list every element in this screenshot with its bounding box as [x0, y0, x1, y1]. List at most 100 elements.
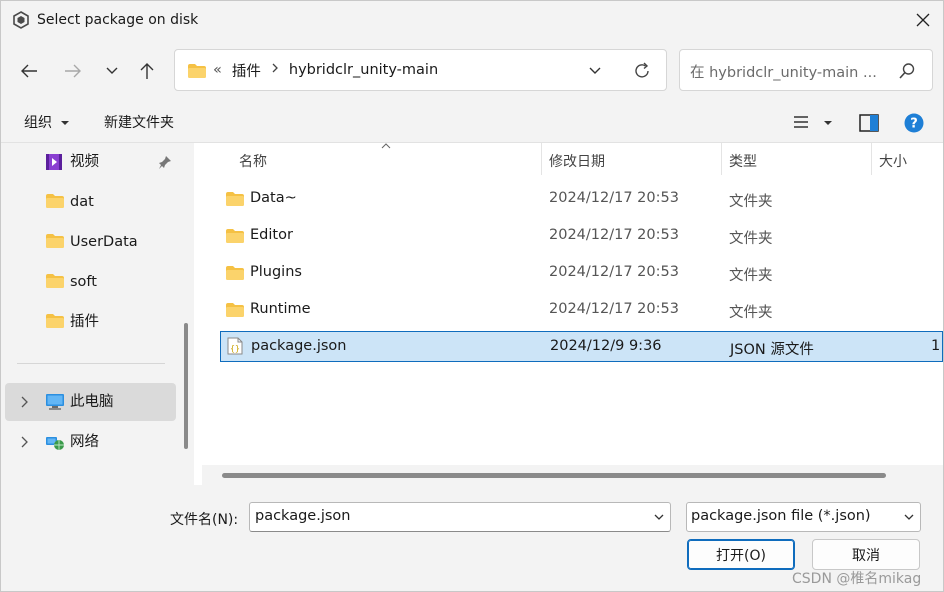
title-bar: Select package on disk: [1, 1, 943, 39]
file-list[interactable]: 名称 修改日期 类型 大小 Data~ 2024/12/17 20:53 文件夹…: [194, 143, 943, 485]
sidebar-item-label: 此电脑: [70, 394, 114, 410]
navigation-pane[interactable]: 视频 dat UserData soft 插件 此电脑 网络: [1, 143, 193, 485]
chevron-down-icon: [904, 514, 914, 520]
search-placeholder[interactable]: 在 hybridclr_unity-main ...: [690, 61, 877, 82]
arrow-up-icon: [140, 63, 154, 79]
preview-pane-button[interactable]: [859, 114, 879, 137]
sidebar-item-label: 插件: [70, 314, 99, 330]
close-button[interactable]: [907, 7, 939, 33]
chevron-down-icon[interactable]: [587, 62, 603, 78]
cancel-button[interactable]: 取消: [812, 539, 920, 570]
caret-down-icon: [61, 121, 70, 125]
unity-app-icon: [13, 11, 29, 29]
view-options-button[interactable]: [793, 115, 833, 134]
json-file-icon: {}: [227, 337, 243, 355]
search-box[interactable]: 在 hybridclr_unity-main ...: [679, 49, 933, 91]
breadcrumb-overflow[interactable]: «: [213, 62, 222, 78]
column-header-date[interactable]: 修改日期: [549, 151, 605, 171]
breadcrumb-item-plugins[interactable]: 插件: [232, 60, 261, 81]
chevron-right-icon[interactable]: [19, 435, 29, 449]
new-folder-button[interactable]: 新建文件夹: [104, 114, 174, 132]
file-date: 2024/12/17 20:53: [549, 190, 679, 206]
column-header-type[interactable]: 类型: [729, 151, 757, 171]
chevron-down-icon[interactable]: [653, 512, 665, 522]
sidebar-divider: [17, 363, 165, 364]
search-icon: [899, 63, 915, 79]
breadcrumb-separator: [271, 62, 279, 78]
column-divider[interactable]: [541, 143, 542, 175]
file-dialog: Select package on disk « 插件 hybridclr_un…: [0, 0, 944, 592]
sidebar-item-videos[interactable]: 视频: [5, 143, 176, 181]
column-header-size[interactable]: 大小: [879, 151, 907, 171]
sort-ascending-icon: [381, 143, 391, 149]
help-icon: ?: [904, 113, 924, 133]
file-row[interactable]: Runtime 2024/12/17 20:53 文件夹: [220, 295, 943, 326]
file-name: Editor: [250, 227, 293, 243]
open-button[interactable]: 打开(O): [687, 539, 795, 570]
forward-button[interactable]: [59, 59, 87, 83]
folder-icon: [226, 229, 244, 243]
file-date: 2024/12/9 9:36: [550, 338, 662, 354]
file-type: 文件夹: [729, 231, 773, 247]
address-bar[interactable]: « 插件 hybridclr_unity-main: [174, 49, 667, 91]
sidebar-item-plugins[interactable]: 插件: [5, 303, 176, 341]
network-icon: [46, 437, 64, 450]
svg-text:{}: {}: [230, 344, 240, 353]
sidebar-item-userdata[interactable]: UserData: [5, 223, 176, 261]
file-type: 文件夹: [729, 194, 773, 210]
back-button[interactable]: [15, 59, 43, 83]
folder-icon: [46, 314, 64, 328]
folder-icon: [46, 274, 64, 288]
organize-menu[interactable]: 组织: [24, 114, 70, 132]
help-button[interactable]: ?: [904, 113, 924, 138]
refresh-icon[interactable]: [632, 61, 652, 81]
file-row-selected[interactable]: {} package.json 2024/12/9 9:36 JSON 源文件 …: [220, 331, 943, 362]
column-divider[interactable]: [871, 143, 872, 175]
organize-label: 组织: [24, 115, 52, 131]
pin-icon[interactable]: [158, 155, 172, 169]
sidebar-item-this-pc[interactable]: 此电脑: [5, 383, 176, 421]
sidebar-item-label: 视频: [70, 154, 99, 170]
file-row[interactable]: Data~ 2024/12/17 20:53 文件夹: [220, 184, 943, 215]
chevron-down-icon: [106, 67, 118, 74]
sidebar-item-soft[interactable]: soft: [5, 263, 176, 301]
filename-label: 文件名(N):: [170, 512, 239, 528]
file-name: Plugins: [250, 264, 302, 280]
breadcrumb-item-current[interactable]: hybridclr_unity-main: [289, 62, 438, 78]
chevron-right-icon[interactable]: [19, 395, 29, 409]
file-type: 文件夹: [729, 305, 773, 321]
up-button[interactable]: [133, 59, 161, 83]
breadcrumb: « 插件 hybridclr_unity-main: [213, 50, 438, 90]
window-title: Select package on disk: [37, 12, 199, 28]
recent-locations-button[interactable]: [98, 59, 126, 83]
horizontal-scrollbar-thumb[interactable]: [222, 473, 886, 478]
file-name: Runtime: [250, 301, 311, 317]
file-type: JSON 源文件: [730, 342, 814, 358]
arrow-left-icon: [21, 64, 37, 78]
svg-text:?: ?: [910, 117, 918, 132]
sidebar-scrollbar[interactable]: [184, 323, 188, 449]
filetype-value: package.json file (*.json): [691, 508, 871, 524]
sidebar-item-label: soft: [70, 274, 97, 290]
sidebar-item-network[interactable]: 网络: [5, 423, 176, 461]
filename-combobox[interactable]: package.json: [249, 502, 671, 532]
navigation-bar: « 插件 hybridclr_unity-main 在 hybridclr_un…: [1, 39, 943, 103]
filename-input[interactable]: package.json: [255, 508, 350, 524]
folder-icon: [226, 303, 244, 317]
column-divider[interactable]: [721, 143, 722, 175]
sidebar-item-dat[interactable]: dat: [5, 183, 176, 221]
close-icon: [916, 13, 930, 27]
column-header-name[interactable]: 名称: [239, 151, 267, 171]
filetype-select[interactable]: package.json file (*.json): [686, 502, 921, 532]
file-row[interactable]: Editor 2024/12/17 20:53 文件夹: [220, 221, 943, 252]
caret-down-icon: [824, 121, 833, 125]
file-row[interactable]: Plugins 2024/12/17 20:53 文件夹: [220, 258, 943, 289]
file-date: 2024/12/17 20:53: [549, 301, 679, 317]
file-date: 2024/12/17 20:53: [549, 264, 679, 280]
folder-icon: [46, 194, 64, 208]
file-name: Data~: [250, 190, 297, 206]
file-name: package.json: [251, 338, 347, 354]
file-type: 文件夹: [729, 268, 773, 284]
watermark: CSDN @椎名mikag: [792, 571, 922, 587]
sidebar-item-label: UserData: [70, 234, 138, 250]
